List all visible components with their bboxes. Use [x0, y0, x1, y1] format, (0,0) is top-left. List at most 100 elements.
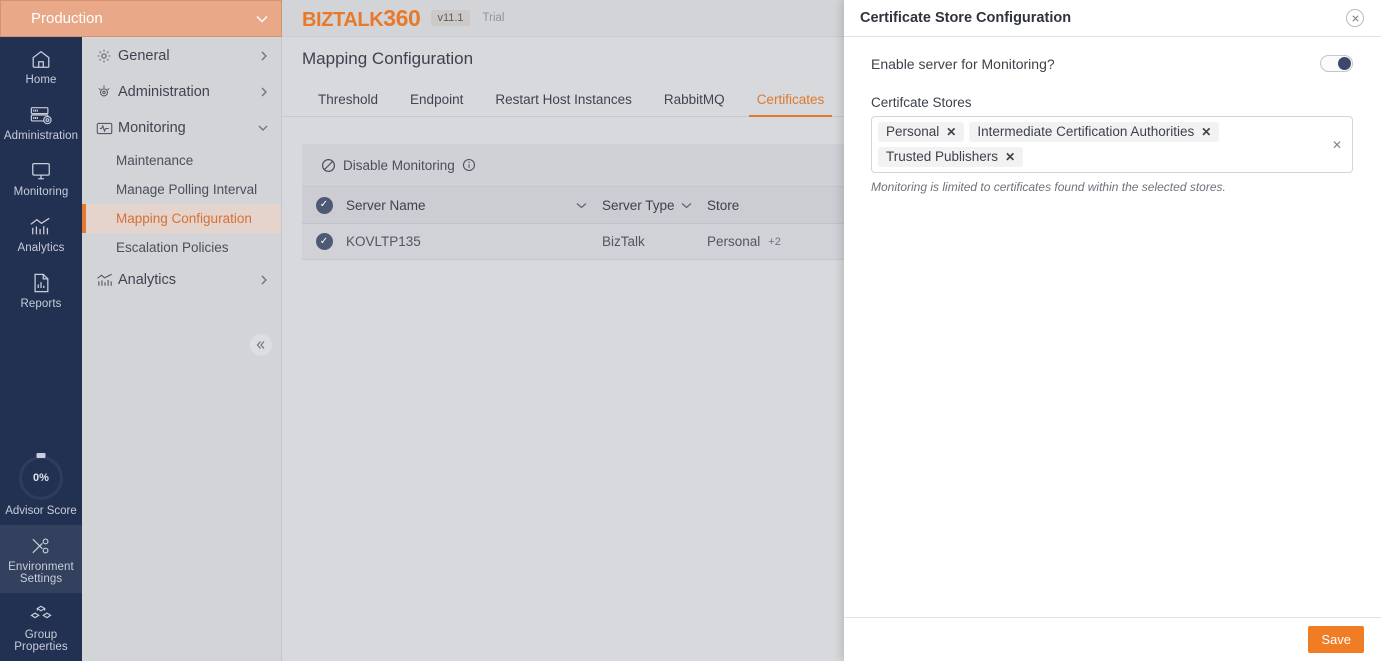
tab-label: RabbitMQ	[663, 92, 725, 107]
cell-value: KOVLTP135	[346, 234, 421, 249]
home-icon	[30, 47, 52, 71]
sidebar-item-analytics[interactable]: Analytics	[0, 206, 82, 262]
sidebar-item-monitoring[interactable]: Monitoring	[0, 150, 82, 206]
sidebar-item-manage-polling-interval[interactable]: Manage Polling Interval	[82, 175, 281, 204]
rail-spacer	[0, 318, 82, 450]
row-select-checkbox[interactable]: ✓	[302, 233, 346, 250]
gear-icon	[96, 48, 118, 64]
chevron-down-icon[interactable]	[680, 201, 693, 210]
secondary-menu: General Administration Monitoring Mainte…	[82, 0, 282, 661]
tab-restart-host-instances[interactable]: Restart Host Instances	[479, 92, 648, 116]
info-icon[interactable]	[462, 158, 476, 172]
column-label: Server Name	[346, 197, 426, 213]
report-icon	[31, 271, 51, 295]
collapse-menu-button[interactable]	[250, 334, 272, 356]
certificate-stores-help-text: Monitoring is limited to certificates fo…	[871, 180, 1226, 194]
sidebar-item-administration[interactable]: Administration	[0, 94, 82, 150]
column-header-server-name[interactable]: Server Name	[346, 198, 602, 213]
chevron-double-left-icon	[255, 339, 267, 351]
tab-label: Restart Host Instances	[495, 92, 632, 107]
certificate-stores-field: Certifcate Stores Personal ✕ Intermediat…	[871, 95, 1353, 194]
enable-monitoring-toggle[interactable]	[1320, 55, 1353, 72]
sidebar-item-label-line2: Properties	[14, 641, 68, 653]
logo-text-part2: 360	[383, 4, 421, 31]
save-button[interactable]: Save	[1308, 626, 1364, 653]
tab-label: Endpoint	[410, 92, 464, 107]
tag-label: Trusted Publishers	[886, 149, 999, 164]
sidebar-item-reports[interactable]: Reports	[0, 262, 82, 318]
pulse-icon	[96, 121, 118, 136]
cubes-icon	[29, 602, 53, 626]
panel-header: Certificate Store Configuration	[844, 0, 1381, 37]
tag-label: Intermediate Certification Authorities	[977, 124, 1195, 139]
chevron-down-icon[interactable]	[575, 201, 588, 210]
tab-label: Threshold	[318, 92, 379, 107]
environment-selector[interactable]: Production	[0, 0, 282, 37]
advisor-score-value: 0%	[33, 472, 49, 484]
remove-tag-icon[interactable]: ✕	[1005, 150, 1015, 164]
remove-tag-icon[interactable]: ✕	[946, 125, 956, 139]
close-icon[interactable]	[1346, 9, 1364, 27]
enable-monitoring-label: Enable server for Monitoring?	[871, 55, 1055, 72]
panel-footer: Save	[844, 617, 1381, 661]
cell-server-type: BizTalk	[602, 234, 707, 249]
toggle-knob	[1338, 57, 1351, 70]
target-icon	[96, 84, 118, 100]
check-icon: ✓	[315, 196, 333, 214]
column-label: Server Type	[602, 197, 675, 213]
sidebar-item-maintenance[interactable]: Maintenance	[82, 146, 281, 175]
advisor-donut: 0%	[19, 456, 63, 500]
sidebar-item-escalation-policies[interactable]: Escalation Policies	[82, 233, 281, 262]
biztalk360-logo[interactable]: BIZTALK 360	[302, 4, 421, 32]
tab-certificates[interactable]: Certificates	[741, 92, 841, 117]
sidebar-item-group-properties[interactable]: Group Properties	[0, 593, 82, 661]
server-gear-icon	[29, 103, 53, 127]
chevron-right-icon	[259, 274, 269, 286]
panel-title: Certificate Store Configuration	[860, 10, 1072, 26]
menu-group-analytics[interactable]: Analytics	[82, 262, 281, 298]
menu-group-administration[interactable]: Administration	[82, 74, 281, 110]
sidebar-item-environment-settings[interactable]: Environment Settings	[0, 525, 82, 593]
column-header-server-type[interactable]: Server Type	[602, 198, 707, 213]
tag-trusted-publishers[interactable]: Trusted Publishers ✕	[878, 147, 1024, 167]
tag-intermediate-certification-authorities[interactable]: Intermediate Certification Authorities ✕	[969, 122, 1220, 142]
chevron-right-icon	[259, 86, 269, 98]
clear-all-icon[interactable]: ✕	[1332, 138, 1342, 152]
tag-label: Personal	[886, 124, 940, 139]
license-label: Trial	[482, 12, 505, 24]
store-overflow-badge[interactable]: +2	[768, 236, 781, 248]
menu-group-label: Analytics	[118, 272, 177, 288]
chevron-right-icon	[259, 50, 269, 62]
chevron-down-icon	[257, 123, 269, 133]
no-entry-icon[interactable]	[321, 158, 336, 173]
tab-threshold[interactable]: Threshold	[302, 92, 394, 116]
remove-tag-icon[interactable]: ✕	[1201, 125, 1211, 139]
enable-monitoring-row: Enable server for Monitoring?	[871, 55, 1353, 72]
cell-server-name: KOVLTP135	[346, 234, 602, 249]
tab-endpoint[interactable]: Endpoint	[394, 92, 479, 116]
certificate-stores-multiselect[interactable]: Personal ✕ Intermediate Certification Au…	[871, 116, 1353, 173]
sidebar-item-label-line2: Settings	[19, 573, 63, 585]
sidebar-item-label: Home	[25, 74, 57, 86]
menu-group-monitoring[interactable]: Monitoring	[82, 110, 281, 146]
tab-label: Certificates	[756, 92, 825, 107]
menu-sub-label: Manage Polling Interval	[116, 182, 258, 197]
advisor-score-label: Advisor Score	[5, 505, 77, 517]
tag-personal[interactable]: Personal ✕	[878, 122, 965, 142]
tab-rabbitmq[interactable]: RabbitMQ	[648, 92, 741, 116]
advisor-score-widget[interactable]: 0% Advisor Score	[0, 450, 82, 525]
logo-text-part1: BIZTALK	[302, 8, 384, 31]
disable-monitoring-button[interactable]: Disable Monitoring	[343, 158, 455, 173]
select-all-checkbox[interactable]: ✓	[302, 196, 346, 214]
certificate-store-panel: Certificate Store Configuration Enable s…	[844, 0, 1381, 661]
sidebar-item-mapping-configuration[interactable]: Mapping Configuration	[82, 204, 281, 233]
sidebar-item-home[interactable]: Home	[0, 38, 82, 94]
menu-group-general[interactable]: General	[82, 38, 281, 74]
monitor-icon	[30, 159, 52, 183]
chart-icon	[96, 273, 118, 288]
sidebar-item-label: Analytics	[17, 242, 65, 254]
sidebar-item-label: Administration	[3, 130, 79, 142]
chart-icon	[29, 215, 53, 239]
menu-group-label: Administration	[118, 84, 210, 100]
certificate-stores-label: Certifcate Stores	[871, 95, 972, 110]
